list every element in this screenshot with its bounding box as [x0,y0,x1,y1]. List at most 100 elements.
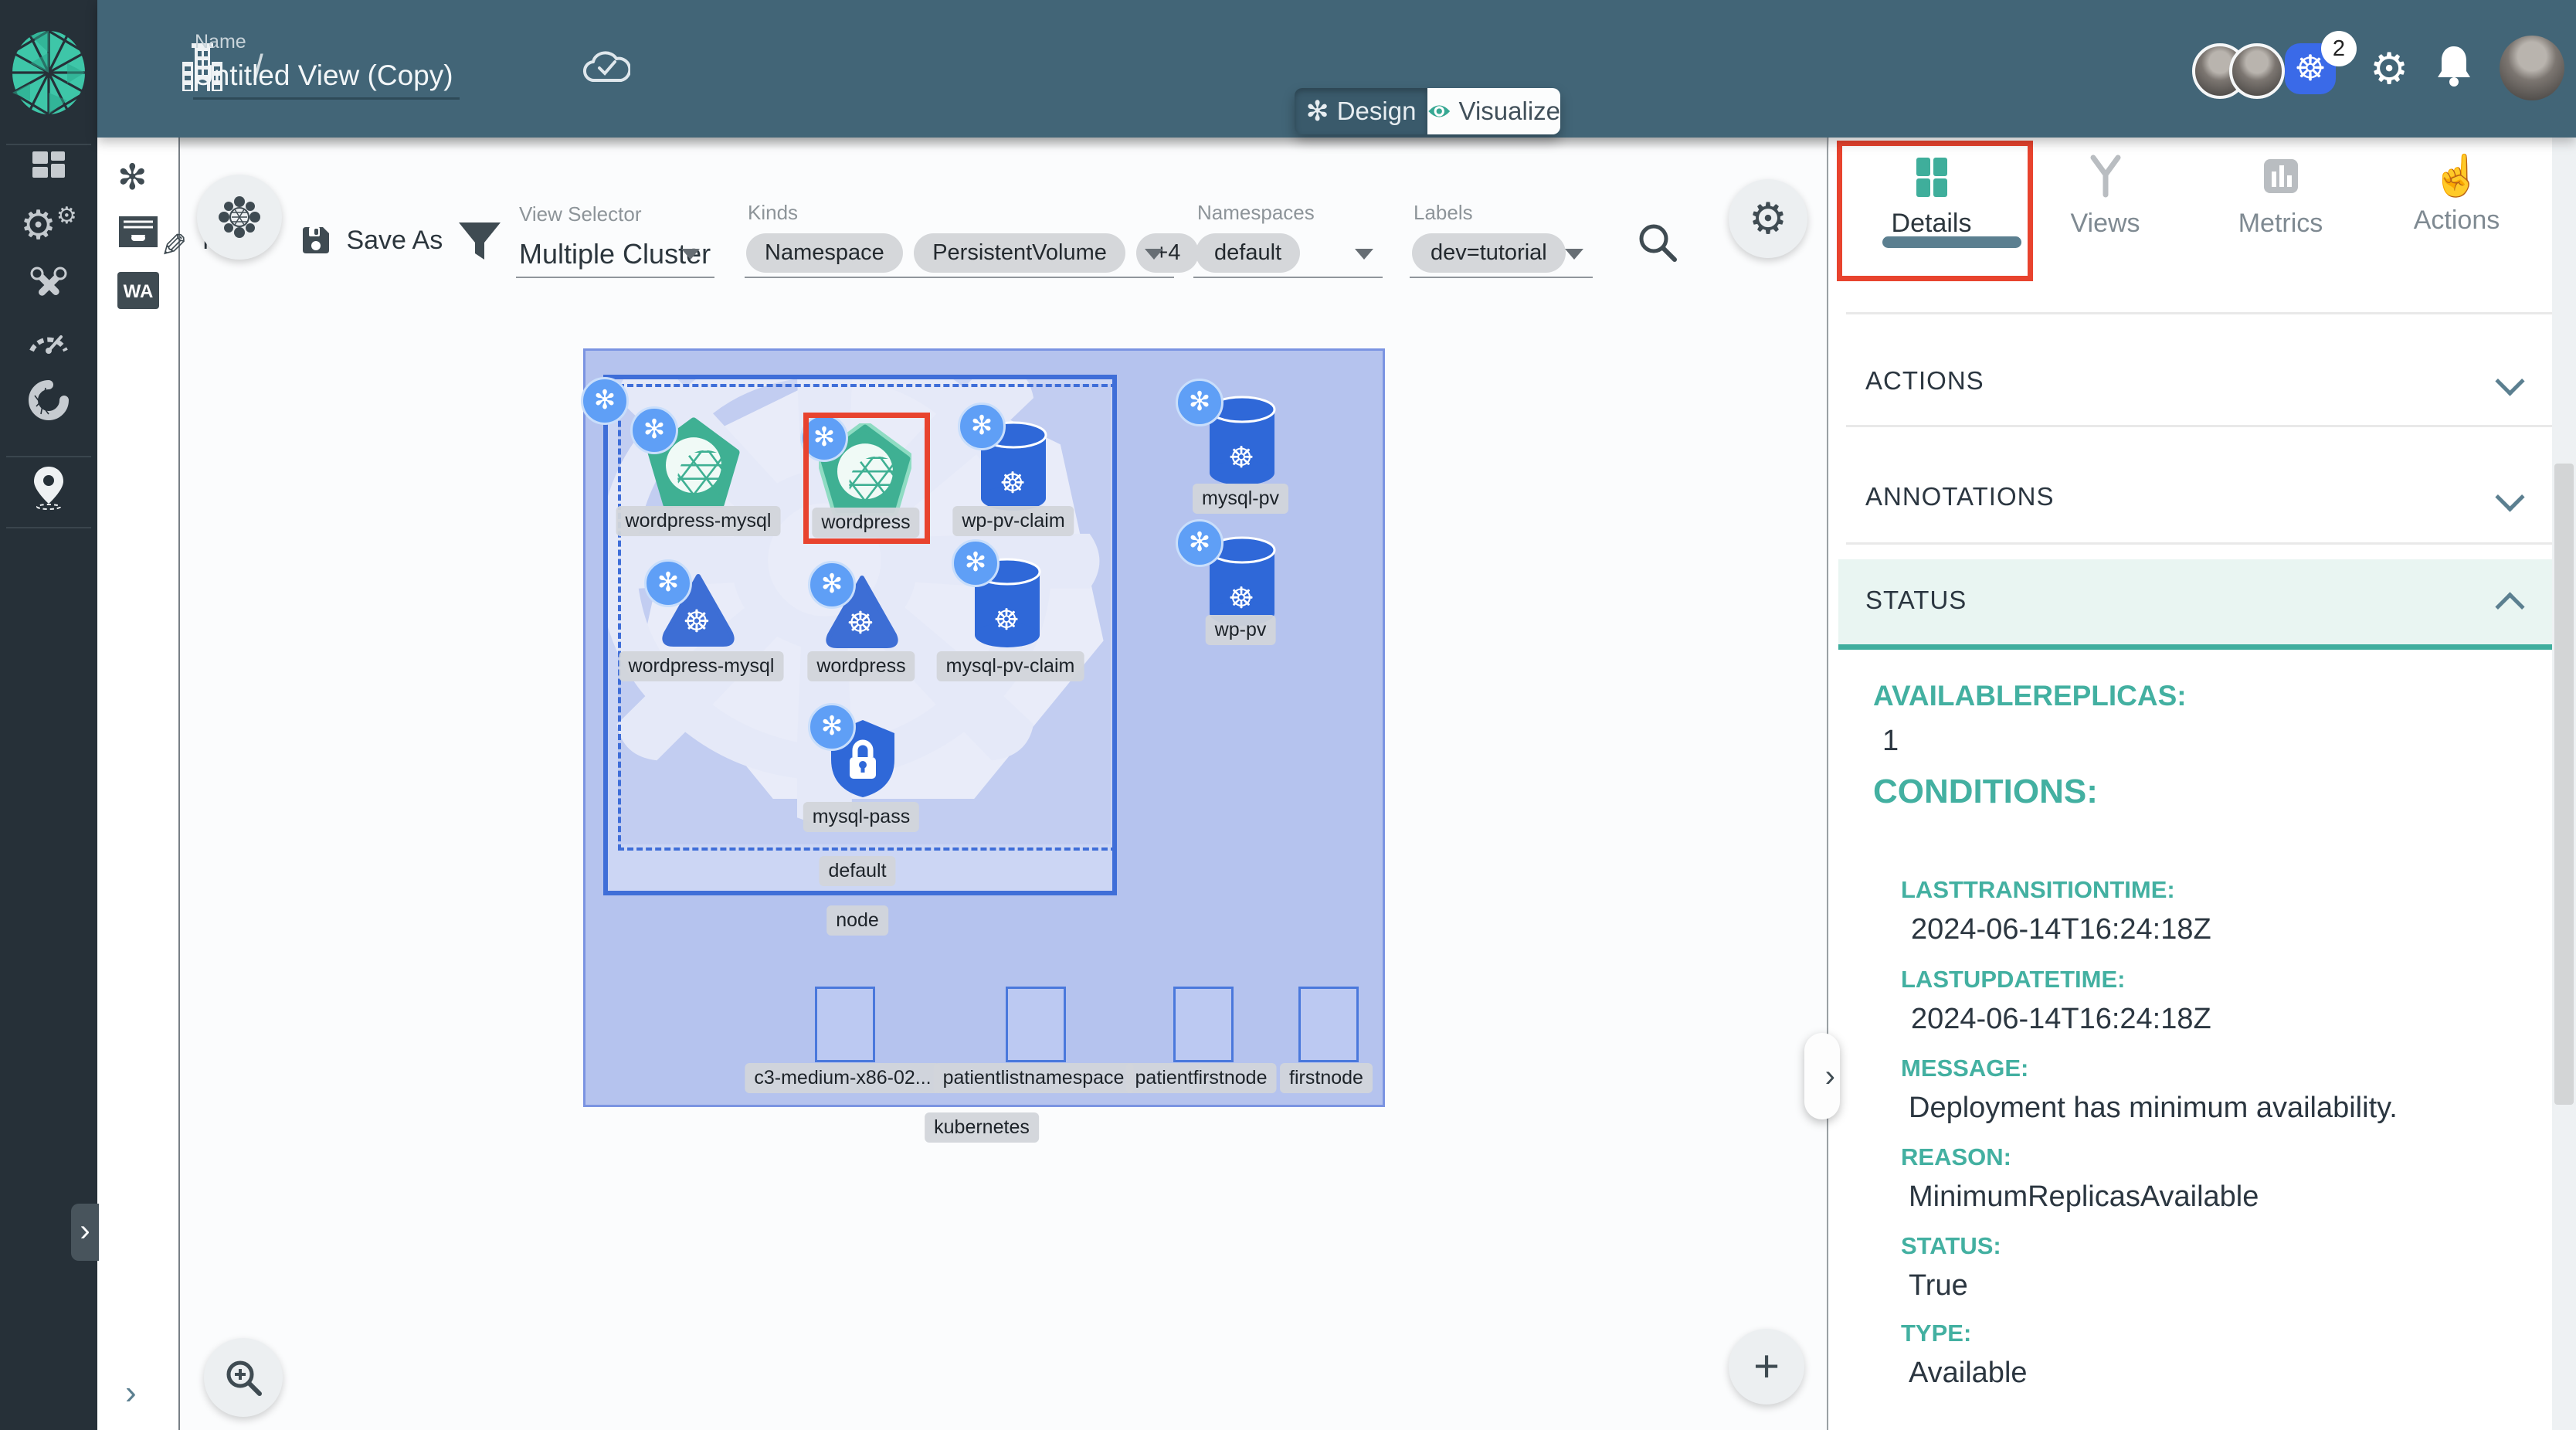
annotation-box-wordpress [803,413,930,544]
speedometer-icon [27,324,70,355]
wasm-filter-icon[interactable]: WA [117,272,159,309]
meshery-badge: ✻ [958,403,1006,450]
reason-value: MinimumReplicasAvailable [1909,1180,2259,1214]
edit-pencil-icon[interactable]: ✎ [154,231,192,258]
view-name-input[interactable] [193,54,460,100]
meshery-badge: ✻ [808,703,856,751]
kind-chip[interactable]: PersistentVolume [914,233,1125,273]
design-tab[interactable]: ✻ Design [1295,88,1427,134]
node-label[interactable]: wp-pv-claim [952,506,1074,536]
reason-key: REASON: [1901,1143,2011,1171]
pvc-wp-pv-claim[interactable]: ☸ ✻ [978,421,1049,512]
gear-icon: ⚙ [1749,193,1787,244]
node-label[interactable]: firstnode [1280,1063,1373,1093]
sidebar-divider [6,527,91,528]
node-label[interactable]: c3-medium-x86-02... [745,1063,940,1093]
cluster-label[interactable]: kubernetes [925,1112,1039,1143]
kind-chip[interactable]: Namespace [746,233,903,273]
sidebar-expand-chevron[interactable]: › [71,1204,99,1261]
panel-collapse-handle[interactable]: › [1804,1033,1840,1119]
meshery-badge: ✻ [1176,519,1224,567]
labels-label: Labels [1414,201,1473,225]
section-actions[interactable]: ACTIONS [1865,366,1984,396]
zoom-in-icon [223,1357,263,1398]
node-patientlistnamespace[interactable] [1006,987,1066,1062]
sidebar-item-lifecycle[interactable]: ⚙⚙ [0,202,97,249]
tab-label: Actions [2370,205,2544,236]
user-avatar[interactable] [2500,36,2564,100]
namespaces-arrow-icon[interactable] [1355,249,1373,260]
node-label[interactable]: patientlistnamespace [934,1063,1134,1093]
namespace-chip[interactable]: default [1196,233,1300,273]
pvc-mysql-pv-claim[interactable]: ☸ ✻ [972,558,1043,649]
cloud-saved-icon[interactable] [581,48,630,87]
visualize-label: Visualize [1459,97,1560,126]
gears-icon: ⚙ [20,203,56,248]
node-label[interactable]: wp-pv [1206,615,1276,645]
namespaces-chips[interactable]: default [1196,233,1308,273]
type-value: Available [1909,1357,2028,1390]
node-label[interactable]: mysql-pass [803,802,919,832]
pod-wordpress-mysql[interactable]: ☸ ✻ [660,572,737,649]
section-status-label: STATUS [1865,586,1967,615]
node-label[interactable]: patientfirstnode [1126,1063,1277,1093]
sidebar-item-performance[interactable] [0,324,97,355]
zoom-in-button[interactable] [204,1338,283,1417]
pv-wp-pv[interactable]: ☸ ✻ [1207,536,1278,627]
plus-icon: + [1753,1344,1780,1389]
sidebar-item-dashboard[interactable] [0,148,97,184]
sidebar-item-environment[interactable] [0,465,97,510]
secret-mysql-pass[interactable]: ✻ [826,717,899,800]
design-spiral-icon[interactable]: ✻ [117,156,148,198]
search-icon[interactable] [1636,221,1679,264]
notifications-bell-icon[interactable] [2435,43,2473,88]
pv-mysql-pv[interactable]: ☸ ✻ [1207,396,1278,487]
sidebar-item-extensions[interactable] [0,380,97,420]
panel-scrollbar-thumb[interactable] [2554,464,2574,1105]
lasttransitiontime-key: LASTTRANSITIONTIME: [1901,876,2175,904]
canvas-settings-button[interactable]: ⚙ [1729,179,1807,258]
meshery-badge: ✻ [1176,379,1224,426]
sidebar-item-configuration[interactable] [0,266,97,304]
rail-expand-chevron-icon[interactable]: › [125,1374,137,1412]
filter-icon[interactable] [457,221,502,264]
mesh-style-button[interactable] [197,175,282,260]
status-value: True [1909,1269,1968,1303]
node-patientfirstnode[interactable] [1173,987,1234,1062]
node-label[interactable]: wordpress-mysql [616,506,781,536]
tab-views[interactable]: Views [2018,155,2192,239]
view-selector-arrow-icon[interactable] [681,249,700,260]
section-annotations[interactable]: ANNOTATIONS [1865,482,2054,511]
app-root: ☸ ✻ ✻ wordpress-mysql ✻ [0,0,2576,1430]
node-name-label[interactable]: node [826,905,888,936]
node-c3-medium[interactable] [815,987,875,1062]
save-as-button[interactable]: Save As [300,224,443,256]
pod-wordpress[interactable]: ☸ ✻ [823,573,901,650]
settings-gear-icon[interactable]: ⚙ [2370,43,2408,94]
node-firstnode[interactable] [1298,987,1359,1062]
namespace-label[interactable]: default [819,856,895,886]
node-label[interactable]: mysql-pv [1193,484,1288,514]
labels-arrow-icon[interactable] [1565,249,1583,260]
sidebar-divider [6,144,91,145]
label-chip[interactable]: dev=tutorial [1412,233,1566,273]
tab-label: Metrics [2194,209,2367,239]
deployment-wordpress-mysql[interactable]: ✻ [647,417,740,510]
mesh-icon [218,195,261,239]
mode-toggle: ✻ Design Visualize [1295,88,1560,134]
visualize-tab[interactable]: Visualize [1427,88,1560,134]
kubernetes-wheel-icon: ☸ [1000,466,1026,501]
kinds-chips[interactable]: Namespace PersistentVolume +4 [746,233,1207,273]
node-label[interactable]: wordpress-mysql [619,651,784,681]
lastupdatetime-value: 2024-06-14T16:24:18Z [1911,1003,2211,1036]
tab-actions[interactable]: ☝ Actions [2370,155,2544,236]
node-label[interactable]: mysql-pv-claim [937,651,1084,681]
kinds-arrow-icon[interactable] [1145,249,1163,260]
add-node-button[interactable]: + [1729,1329,1804,1405]
divider [1846,425,2555,427]
labels-chips[interactable]: dev=tutorial [1412,233,1573,273]
node-label[interactable]: wordpress [807,651,915,681]
kubernetes-wheel-icon: ☸ [993,603,1020,637]
tab-metrics[interactable]: Metrics [2194,155,2367,239]
collaborator-avatar[interactable] [2229,43,2285,99]
